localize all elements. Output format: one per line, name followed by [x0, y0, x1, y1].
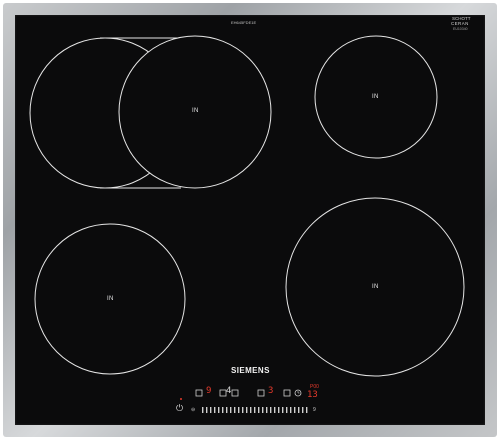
glass-maker-line2: CERAN: [451, 21, 469, 26]
power-button[interactable]: ⏻: [176, 403, 183, 414]
slider-minus-icon[interactable]: ⊖: [191, 407, 195, 413]
model-number: EH645FDE1E: [231, 20, 257, 25]
power-indicator-light: [180, 398, 182, 400]
left-secondary-display: 4: [226, 386, 232, 396]
right-power-display: 3: [268, 386, 274, 396]
zone-label-front-right: IN: [372, 284, 379, 290]
left-power-display: 9: [206, 386, 212, 396]
hob-photo: EH645FDE1E SCHOTT CERAN EU10340 IN IN IN…: [0, 0, 500, 440]
zone-select-rear-right-icon: [257, 389, 265, 397]
glass-maker-line3: EU10340: [453, 27, 468, 31]
touch-slider[interactable]: [202, 407, 308, 413]
timer-display: 13: [307, 390, 318, 400]
zone-select-flex-icon: [231, 389, 239, 397]
zone-select-front-right-icon: [283, 389, 291, 397]
zone-label-rear-right: IN: [372, 94, 379, 100]
zone-label-rear-left: IN: [192, 108, 199, 114]
brand-logo: SIEMENS: [231, 366, 270, 375]
slider-max-symbol: 9: [313, 407, 316, 413]
zone-label-front-left: IN: [107, 296, 114, 302]
zone-select-front-left-icon: [195, 389, 203, 397]
